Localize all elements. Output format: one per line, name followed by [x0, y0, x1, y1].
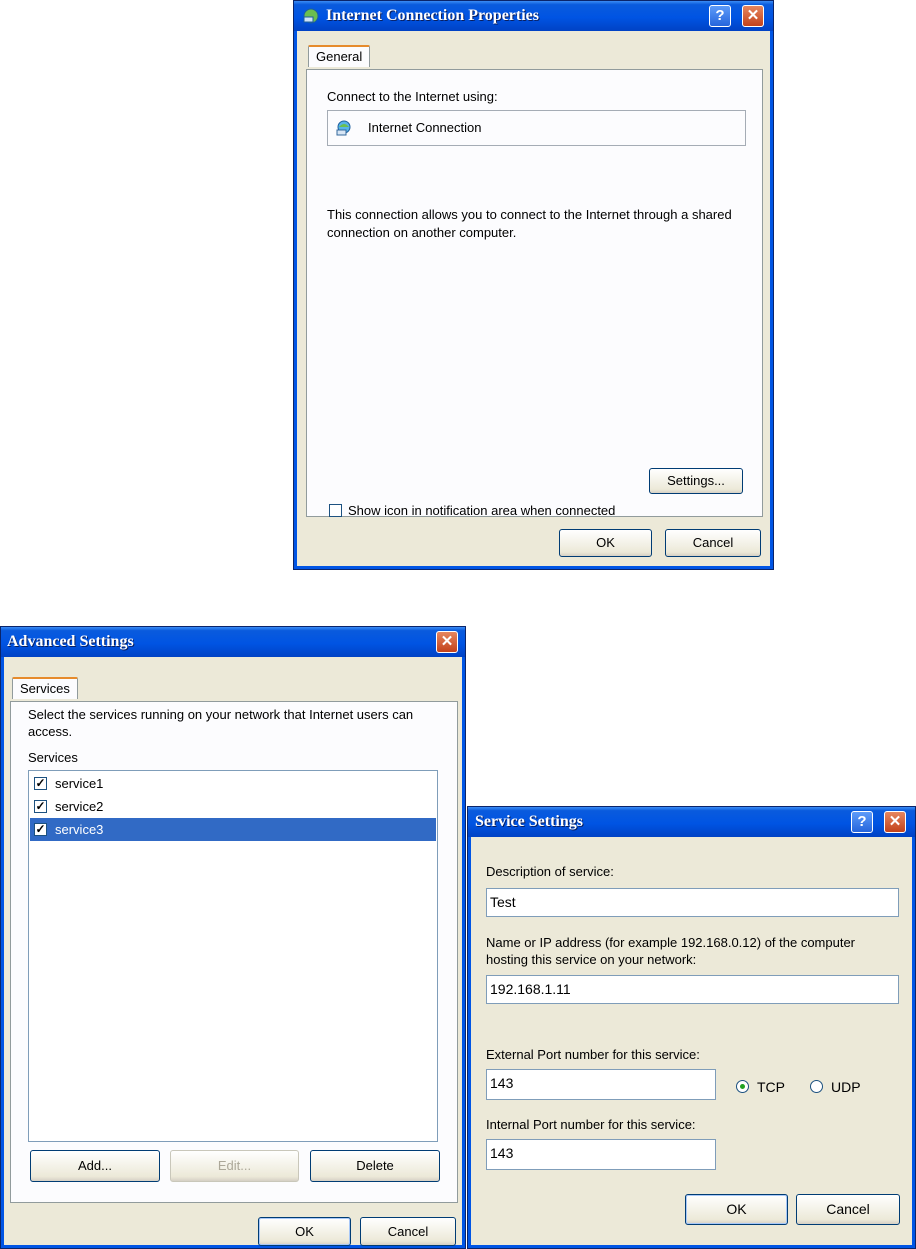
list-item[interactable]: ✓ service2	[30, 795, 436, 818]
ok-button[interactable]: OK	[559, 529, 652, 557]
network-app-icon	[303, 8, 319, 24]
internal-port-label: Internal Port number for this service:	[486, 1117, 696, 1132]
list-item[interactable]: ✓ service3	[30, 818, 436, 841]
advanced-settings-dialog: Advanced Settings ✕ Services Select the …	[0, 626, 466, 1249]
internet-connection-properties-dialog: Internet Connection Properties ? ✕ Gener…	[293, 0, 774, 570]
external-port-input[interactable]: 143	[486, 1069, 716, 1100]
cancel-button[interactable]: Cancel	[665, 529, 761, 557]
show-icon-label: Show icon in notification area when conn…	[348, 503, 616, 518]
dialog-title: Service Settings	[475, 813, 583, 830]
dialog-titlebar[interactable]: Service Settings ? ✕	[468, 807, 915, 837]
close-button[interactable]: ✕	[436, 631, 458, 653]
connect-using-label: Connect to the Internet using:	[327, 89, 498, 104]
help-button[interactable]: ?	[709, 5, 731, 27]
ok-button[interactable]: OK	[258, 1217, 351, 1246]
services-instructions: Select the services running on your netw…	[28, 707, 414, 739]
dialog-body: Description of service: Test Name or IP …	[471, 837, 912, 1245]
network-connection-icon	[335, 119, 353, 140]
description-input[interactable]: Test	[486, 888, 899, 917]
cancel-button[interactable]: Cancel	[796, 1194, 900, 1225]
dialog-titlebar[interactable]: Advanced Settings ✕	[1, 627, 465, 657]
tcp-radio[interactable]	[736, 1080, 749, 1093]
connection-description: This connection allows you to connect to…	[327, 207, 732, 240]
service-name: service2	[55, 799, 104, 814]
close-button[interactable]: ✕	[742, 5, 764, 27]
services-label: Services	[28, 750, 78, 765]
tcp-label: TCP	[757, 1079, 785, 1095]
udp-radio[interactable]	[810, 1080, 823, 1093]
host-input[interactable]: 192.168.1.11	[486, 975, 899, 1004]
description-label: Description of service:	[486, 864, 614, 879]
settings-button[interactable]: Settings...	[649, 468, 743, 494]
dialog-body: General Connect to the Internet using: I…	[297, 31, 770, 566]
internal-port-input[interactable]: 143	[486, 1139, 716, 1170]
dialog-body: Services Select the services running on …	[4, 657, 462, 1246]
cancel-button[interactable]: Cancel	[360, 1217, 456, 1246]
udp-label: UDP	[831, 1079, 861, 1095]
tab-general[interactable]: General	[308, 45, 371, 67]
connection-name: Internet Connection	[368, 120, 482, 135]
close-button[interactable]: ✕	[884, 811, 906, 833]
service-name: service1	[55, 776, 104, 791]
service-settings-dialog: Service Settings ? ✕ Description of serv…	[467, 806, 916, 1249]
edit-button[interactable]: Edit...	[170, 1150, 299, 1182]
service-checkbox[interactable]: ✓	[34, 777, 47, 790]
help-button[interactable]: ?	[851, 811, 873, 833]
list-item[interactable]: ✓ service1	[30, 772, 436, 795]
add-button[interactable]: Add...	[30, 1150, 160, 1182]
service-checkbox[interactable]: ✓	[34, 823, 47, 836]
dialog-title: Internet Connection Properties	[326, 7, 539, 24]
dialog-titlebar[interactable]: Internet Connection Properties ? ✕	[294, 1, 773, 31]
ok-button[interactable]: OK	[685, 1194, 788, 1225]
tab-services[interactable]: Services	[12, 677, 78, 699]
external-port-label: External Port number for this service:	[486, 1047, 700, 1062]
dialog-title: Advanced Settings	[7, 633, 134, 650]
host-label: Name or IP address (for example 192.168.…	[486, 935, 856, 967]
delete-button[interactable]: Delete	[310, 1150, 440, 1182]
tab-panel: Connect to the Internet using: Internet …	[306, 69, 763, 518]
tab-panel: Select the services running on your netw…	[10, 701, 458, 1203]
show-icon-checkbox[interactable]	[329, 504, 342, 517]
connection-box: Internet Connection	[327, 110, 746, 146]
services-list[interactable]: ✓ service1 ✓ service2 ✓ service3	[28, 770, 438, 1142]
service-checkbox[interactable]: ✓	[34, 800, 47, 813]
service-name: service3	[55, 822, 104, 837]
